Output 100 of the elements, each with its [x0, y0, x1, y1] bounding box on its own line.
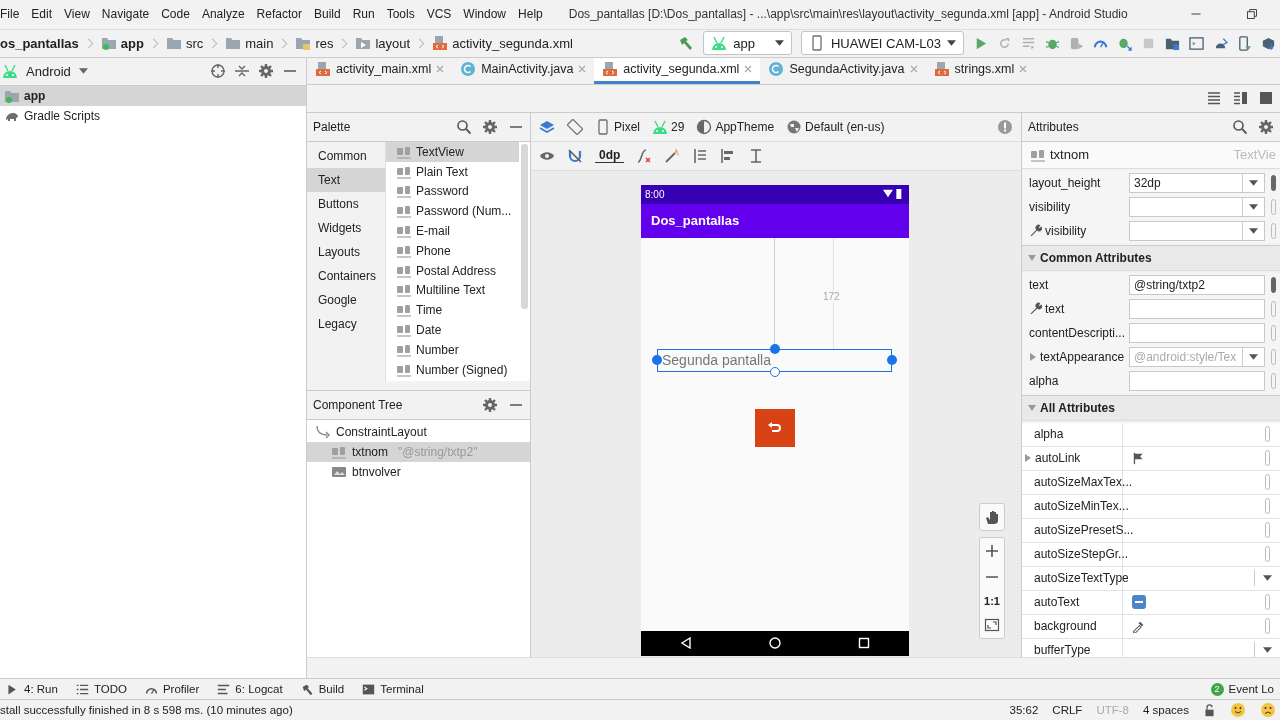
menu-item[interactable]: Navigate	[95, 7, 156, 22]
attribute-field[interactable]	[1129, 370, 1265, 391]
attribute-field[interactable]	[1129, 298, 1265, 319]
pack-icon[interactable]	[692, 147, 709, 164]
breadcrumb-item[interactable]: src	[185, 35, 204, 51]
palette-item[interactable]: Number	[386, 339, 519, 360]
warning-icon[interactable]	[997, 118, 1013, 135]
tool-window-button[interactable]: 6: Logcat	[217, 682, 283, 696]
breadcrumb-item[interactable]: res	[315, 35, 334, 51]
menu-item[interactable]: Build	[307, 7, 347, 22]
tree-item[interactable]: txtnom "@string/txtp2"	[307, 441, 530, 462]
palette-category[interactable]: Widgets	[307, 215, 385, 240]
palette-item[interactable]: Time	[386, 300, 519, 320]
flag-icon[interactable]	[1132, 451, 1145, 465]
constraint-handle[interactable]	[652, 354, 662, 365]
palette-item[interactable]: Password (Num...	[386, 201, 519, 222]
palette-category[interactable]: Text	[307, 167, 385, 192]
rerun-icon[interactable]	[997, 35, 1012, 51]
palette-category[interactable]: Common	[307, 143, 385, 168]
palette-item[interactable]: Password	[386, 181, 519, 202]
tree-item[interactable]: Gradle Scripts	[0, 105, 306, 126]
tree-item[interactable]: app	[0, 85, 306, 106]
device-dropdown[interactable]: HUAWEI CAM-L03	[800, 31, 964, 56]
frown-icon[interactable]	[1260, 702, 1276, 718]
constraint-handle[interactable]	[770, 343, 780, 354]
design-view-icon[interactable]	[1258, 90, 1274, 107]
zoom-in-icon[interactable]	[984, 542, 1000, 559]
device-selector[interactable]: Pixel	[595, 118, 640, 135]
apply-changes-icon[interactable]	[1021, 35, 1036, 51]
restore-icon[interactable]	[1246, 8, 1258, 21]
device-manager-icon[interactable]	[1237, 35, 1252, 51]
palette-item[interactable]: TextView	[386, 141, 519, 162]
menu-item[interactable]: VCS	[420, 7, 458, 22]
tool-window-button[interactable]: Terminal	[362, 682, 424, 696]
expand-icon[interactable]	[1029, 352, 1037, 361]
menu-item[interactable]: Window	[457, 7, 513, 22]
search-icon[interactable]	[1232, 118, 1248, 135]
attribute-field[interactable]: @string/txtp2	[1129, 274, 1265, 295]
image-button[interactable]	[755, 408, 795, 447]
rotate-icon[interactable]	[567, 118, 583, 135]
package-icon[interactable]	[1261, 35, 1276, 51]
close-icon[interactable]	[1019, 65, 1028, 74]
locale-selector[interactable]: Default (en-us)	[786, 118, 885, 135]
back-icon[interactable]	[679, 637, 692, 650]
palette-item[interactable]: Multiline Text	[386, 280, 519, 301]
checkbox[interactable]	[1132, 595, 1146, 610]
fit-screen-icon[interactable]	[984, 616, 1000, 633]
project-view-selector[interactable]: Android	[26, 63, 71, 79]
settings-icon[interactable]	[482, 396, 498, 413]
palette-item[interactable]: Plain Text	[386, 161, 519, 182]
menu-item[interactable]: Edit	[25, 7, 59, 22]
menu-item[interactable]: File	[0, 7, 26, 22]
menu-item[interactable]: Analyze	[195, 7, 251, 22]
constraint-handle[interactable]	[770, 366, 780, 377]
caret-icon[interactable]	[78, 68, 88, 75]
resource-button[interactable]	[1271, 276, 1276, 293]
palette-item[interactable]: Phone	[386, 240, 519, 261]
tool-window-button[interactable]: 4: Run	[6, 682, 58, 696]
clear-constraints-icon[interactable]	[636, 147, 653, 164]
tree-item[interactable]: btnvolver	[307, 461, 530, 482]
api-selector[interactable]: 29	[652, 118, 685, 135]
palette-category[interactable]: Layouts	[307, 239, 385, 264]
close-icon[interactable]	[744, 65, 753, 74]
event-log-button[interactable]: 2 Event Lo	[1210, 682, 1274, 696]
locate-icon[interactable]	[210, 63, 226, 80]
pan-button[interactable]	[979, 502, 1005, 531]
expand-icon[interactable]	[1024, 454, 1032, 463]
palette-category[interactable]: Legacy	[307, 311, 385, 336]
close-icon[interactable]	[436, 65, 445, 74]
attribute-dropdown[interactable]: 32dp	[1129, 172, 1265, 193]
palette-item[interactable]: Postal Address	[386, 260, 519, 281]
breadcrumb-item[interactable]: activity_segunda.xml	[452, 35, 573, 51]
status-item[interactable]: CRLF	[1052, 704, 1083, 716]
menu-item[interactable]: Run	[346, 7, 381, 22]
close-icon[interactable]	[578, 65, 587, 74]
eyedropper-icon[interactable]	[1132, 619, 1145, 633]
breadcrumb-item[interactable]: main	[245, 35, 274, 51]
palette-category[interactable]: Google	[307, 287, 385, 312]
search-icon[interactable]	[456, 118, 472, 135]
split-view-icon[interactable]	[1232, 90, 1248, 107]
settings-icon[interactable]	[482, 118, 498, 135]
editor-tab[interactable]: activity_main.xml	[307, 57, 453, 84]
hammer-icon[interactable]	[678, 35, 695, 52]
palette-item[interactable]: Date	[386, 320, 519, 340]
palette-item[interactable]: E-mail	[386, 221, 519, 241]
section-header[interactable]: Common Attributes	[1022, 245, 1280, 271]
breadcrumb-item[interactable]: app	[120, 35, 144, 51]
attach-icon[interactable]	[1069, 35, 1084, 51]
editor-tab[interactable]: activity_segunda.xml	[594, 57, 761, 84]
layers-icon[interactable]	[539, 118, 555, 135]
magic-wand-icon[interactable]	[664, 147, 681, 164]
smiley-icon[interactable]	[1230, 702, 1246, 718]
section-header[interactable]: All Attributes	[1022, 395, 1280, 421]
theme-selector[interactable]: AppTheme	[696, 118, 775, 135]
editor-tab[interactable]: SegundaActivity.java	[760, 57, 926, 84]
breadcrumb-item[interactable]: os_pantallas	[0, 35, 79, 51]
status-item[interactable]: 4 spaces	[1142, 704, 1189, 716]
terminal-icon[interactable]	[1189, 35, 1204, 51]
menu-item[interactable]: Help	[512, 7, 549, 22]
home-icon[interactable]	[769, 637, 781, 650]
